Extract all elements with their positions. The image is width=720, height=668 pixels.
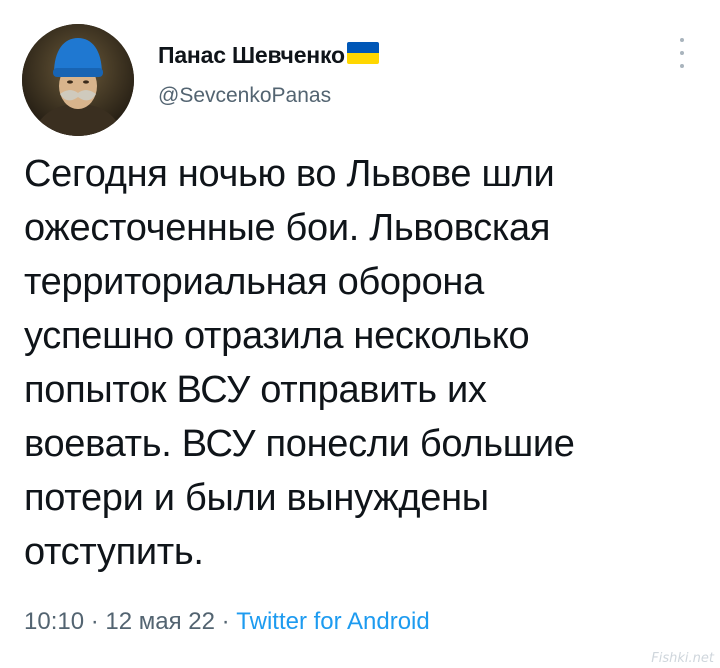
tweet-time[interactable]: 10:10 <box>24 608 84 635</box>
avatar[interactable] <box>22 24 134 136</box>
ukraine-flag-icon <box>346 42 379 64</box>
tweet-text-line: потери и были вынуждены <box>24 477 489 519</box>
avatar-portrait-image <box>22 24 134 136</box>
more-vertical-icon <box>680 38 684 42</box>
watermark: Fishki.net <box>651 651 714 666</box>
meta-separator: · <box>214 608 237 635</box>
tweet-meta: 10:10 · 12 мая 22 · Twitter for Android <box>24 608 430 636</box>
tweet-source-link[interactable]: Twitter for Android <box>236 608 429 635</box>
author-name-row[interactable]: Панас Шевченко <box>158 40 379 70</box>
tweet-text: Сегодня ночью во Львове шли ожесточенные… <box>24 147 704 579</box>
tweet-date[interactable]: 12 мая 22 <box>105 608 215 635</box>
author-handle[interactable]: @SevcenkoPanas <box>158 84 331 108</box>
tweet-text-line: воевать. ВСУ понесли большие <box>24 423 575 465</box>
tweet-text-line: территориальная оборона <box>24 261 484 303</box>
tweet-text-line: попыток ВСУ отправить их <box>24 369 487 411</box>
tweet-text-line: ожесточенные бои. Львовская <box>24 207 551 249</box>
tweet-text-line: отступить. <box>24 531 204 573</box>
meta-separator: · <box>84 608 106 635</box>
tweet-card: Панас Шевченко @SevcenkoPanas Сегодня но… <box>0 0 720 668</box>
tweet-text-line: успешно отразила несколько <box>24 315 530 357</box>
tweet-text-line: Сегодня ночью во Львове шли <box>24 153 555 195</box>
display-name[interactable]: Панас Шевченко <box>158 42 345 69</box>
more-options-button[interactable] <box>672 38 692 68</box>
